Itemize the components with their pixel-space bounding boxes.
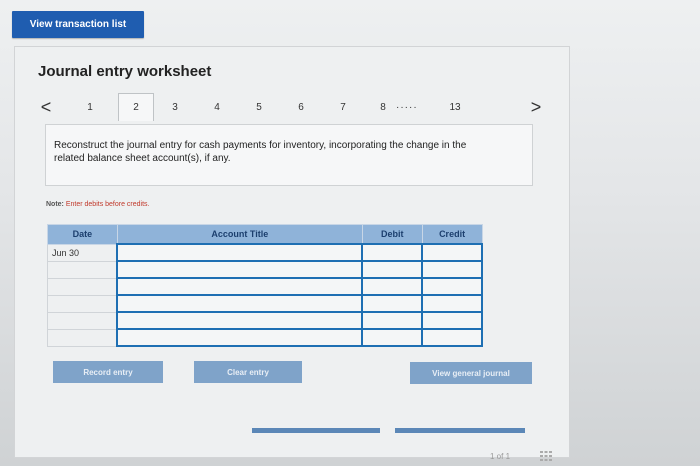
date-cell bbox=[47, 328, 118, 347]
instruction-box: Reconstruct the journal entry for cash p… bbox=[45, 124, 533, 186]
account-title-header: Account Title bbox=[116, 224, 363, 245]
date-cell: Jun 30 bbox=[47, 243, 118, 262]
credit-header: Credit bbox=[421, 224, 483, 245]
credit-input[interactable] bbox=[421, 294, 483, 313]
page-counter: 1 of 1 bbox=[490, 452, 511, 461]
debit-input[interactable] bbox=[361, 243, 424, 262]
date-cell bbox=[47, 260, 118, 279]
page-tab-5[interactable]: 5 bbox=[242, 94, 276, 120]
account-input[interactable] bbox=[116, 311, 364, 330]
table-row bbox=[47, 277, 483, 296]
table-row bbox=[47, 260, 483, 279]
clear-entry-button[interactable]: Clear entry bbox=[194, 361, 302, 383]
date-cell bbox=[47, 311, 118, 330]
page-tab-13[interactable]: 13 bbox=[438, 94, 472, 120]
debit-input[interactable] bbox=[361, 260, 424, 279]
view-transaction-list-button[interactable]: View transaction list bbox=[12, 11, 144, 38]
table-row bbox=[47, 311, 483, 330]
prev-page-button[interactable]: < bbox=[36, 92, 56, 122]
credit-input[interactable] bbox=[421, 277, 483, 296]
pager: < 1 2 3 4 5 6 7 8 ····· 13 > bbox=[30, 92, 550, 122]
note: Note: Enter debits before credits. bbox=[46, 201, 150, 208]
note-text: Enter debits before credits. bbox=[65, 201, 150, 208]
debit-input[interactable] bbox=[361, 277, 424, 296]
page-tab-1[interactable]: 1 bbox=[73, 94, 107, 120]
record-entry-button[interactable]: Record entry bbox=[53, 361, 163, 383]
page-title: Journal entry worksheet bbox=[38, 63, 212, 80]
credit-input[interactable] bbox=[421, 260, 483, 279]
page-tab-2[interactable]: 2 bbox=[118, 93, 154, 121]
account-input[interactable] bbox=[116, 294, 364, 313]
table-row bbox=[47, 294, 483, 313]
debit-input[interactable] bbox=[361, 328, 424, 347]
table-row bbox=[47, 328, 483, 347]
credit-input[interactable] bbox=[421, 328, 483, 347]
progress-bar-left bbox=[252, 428, 380, 433]
debit-input[interactable] bbox=[361, 311, 424, 330]
debit-header: Debit bbox=[361, 224, 423, 245]
page-ellipsis: ····· bbox=[396, 101, 418, 113]
credit-input[interactable] bbox=[421, 311, 483, 330]
account-input[interactable] bbox=[116, 277, 364, 296]
instruction-text: Reconstruct the journal entry for cash p… bbox=[54, 140, 467, 164]
date-header: Date bbox=[47, 224, 118, 245]
page-tab-6[interactable]: 6 bbox=[284, 94, 318, 120]
journal-table: Date Account Title Debit Credit Jun 30 bbox=[47, 224, 483, 347]
debit-input[interactable] bbox=[361, 294, 424, 313]
table-header-row: Date Account Title Debit Credit bbox=[47, 224, 483, 245]
page-tab-7[interactable]: 7 bbox=[326, 94, 360, 120]
view-general-journal-button[interactable]: View general journal bbox=[410, 362, 532, 384]
table-row: Jun 30 bbox=[47, 243, 483, 262]
account-input[interactable] bbox=[116, 328, 364, 347]
page-tab-8[interactable]: 8 bbox=[366, 94, 400, 120]
date-cell bbox=[47, 277, 118, 296]
note-label: Note: bbox=[46, 201, 64, 208]
page-tab-4[interactable]: 4 bbox=[200, 94, 234, 120]
page-tab-3[interactable]: 3 bbox=[158, 94, 192, 120]
grid-icon[interactable] bbox=[540, 451, 552, 461]
progress-bar-right bbox=[395, 428, 525, 433]
account-input[interactable] bbox=[116, 260, 364, 279]
next-page-button[interactable]: > bbox=[526, 92, 546, 122]
date-cell bbox=[47, 294, 118, 313]
credit-input[interactable] bbox=[421, 243, 483, 262]
account-input[interactable] bbox=[116, 243, 364, 262]
